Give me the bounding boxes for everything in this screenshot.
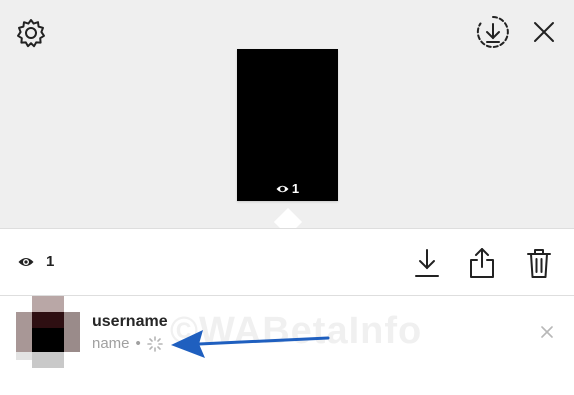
loading-spinner-icon — [146, 335, 163, 352]
view-count-row: 1 — [18, 253, 54, 270]
download-circle-icon — [476, 16, 509, 48]
trash-icon — [527, 249, 551, 278]
download-icon — [415, 249, 439, 277]
separator-dot: • — [135, 335, 141, 352]
eye-icon — [18, 257, 34, 266]
share-button[interactable] — [467, 246, 497, 280]
viewer-name: name — [92, 335, 130, 352]
thumbnail-view-count-text: 1 — [291, 181, 300, 196]
thumbnail-view-count: 1 — [237, 181, 338, 196]
close-button[interactable] — [530, 18, 558, 46]
share-icon — [470, 248, 494, 278]
divider — [0, 228, 574, 229]
viewer-username[interactable]: username — [92, 313, 168, 331]
close-icon — [534, 22, 554, 42]
annotation-arrow — [171, 330, 330, 358]
remove-viewer-button[interactable] — [537, 322, 557, 342]
story-thumbnail[interactable]: 1 — [237, 49, 338, 201]
divider — [0, 295, 574, 296]
viewer-subline: name • — [92, 335, 163, 352]
view-count: 1 — [46, 253, 55, 270]
viewer-avatar[interactable] — [16, 296, 80, 368]
download-button[interactable] — [413, 247, 441, 279]
eye-icon — [276, 185, 289, 192]
settings-button[interactable] — [14, 16, 48, 50]
save-story-button[interactable] — [475, 14, 511, 50]
delete-button[interactable] — [524, 246, 554, 280]
close-icon — [541, 326, 553, 338]
gear-icon — [17, 19, 45, 48]
